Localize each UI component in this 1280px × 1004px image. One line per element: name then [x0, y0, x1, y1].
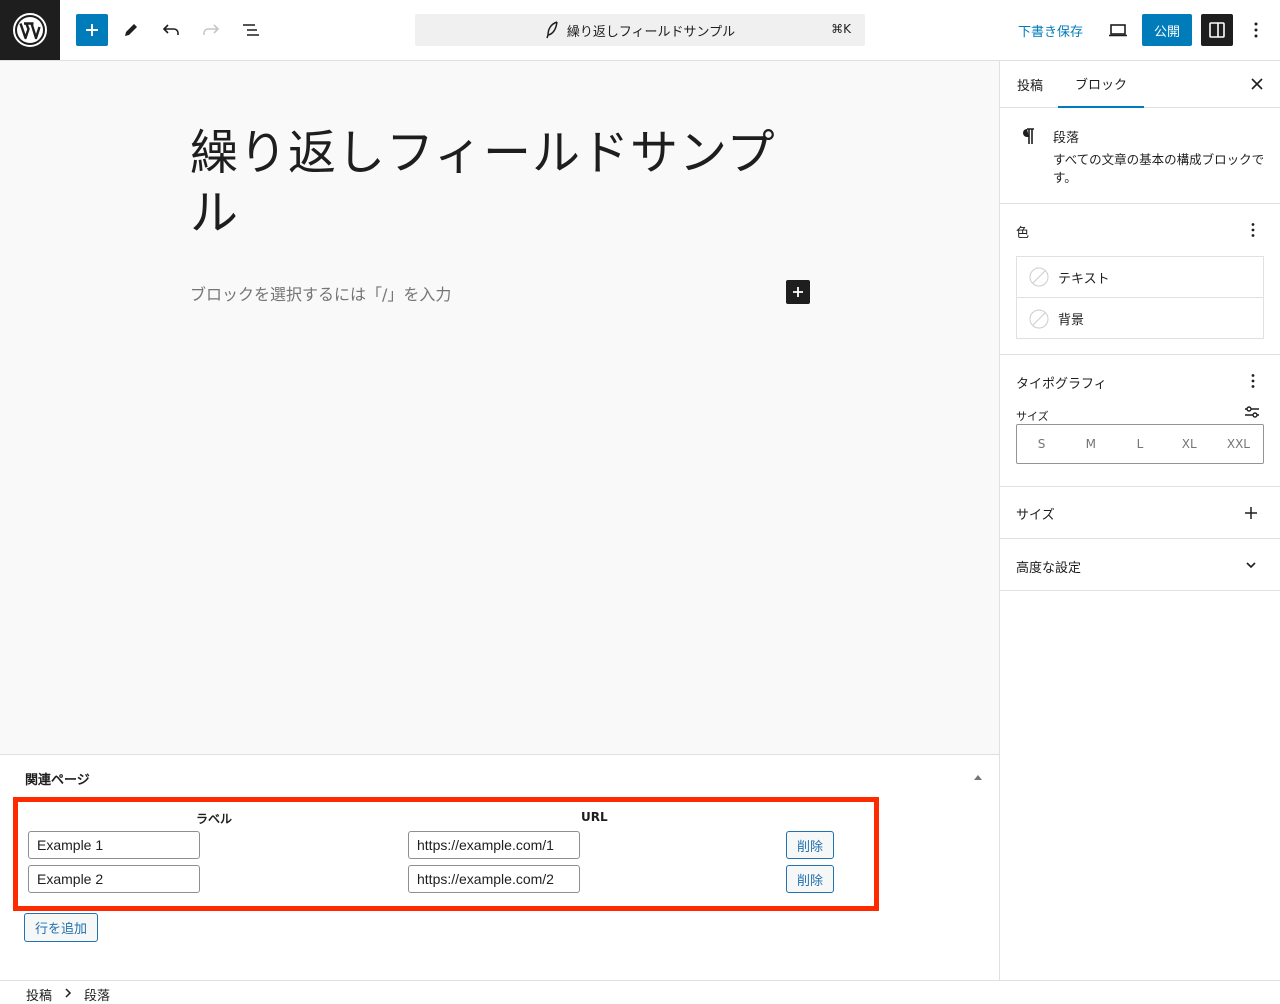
typography-panel-label: タイポグラフィ	[1016, 377, 1107, 392]
breadcrumb-item-post[interactable]: 投稿	[26, 985, 52, 1004]
size-option-s[interactable]: S	[1017, 425, 1066, 463]
kebab-menu-icon	[1254, 22, 1258, 38]
advanced-panel-label: 高度な設定	[1016, 561, 1082, 576]
block-name: 段落	[1053, 131, 1080, 146]
kebab-menu-icon[interactable]	[1247, 222, 1259, 238]
size-option-m[interactable]: M	[1066, 425, 1115, 463]
plus-icon	[86, 24, 98, 36]
settings-toggle-button[interactable]	[1201, 14, 1233, 46]
list-view-icon	[243, 24, 259, 36]
delete-button-row-2[interactable]: 削除	[786, 865, 834, 893]
sidebar-icon	[1209, 22, 1225, 38]
delete-button-row-1[interactable]: 削除	[786, 831, 834, 859]
label-field-row-1[interactable]: Example 1	[28, 831, 200, 859]
tools-button[interactable]	[115, 14, 147, 46]
paragraph-placeholder[interactable]: ブロックを選択するには「/」を入力	[190, 281, 451, 305]
tab-post[interactable]: 投稿	[1017, 61, 1043, 108]
shortcut-hint: ⌘K	[831, 22, 851, 36]
size-option-xl[interactable]: XL	[1165, 425, 1214, 463]
color-options: テキスト 背景	[1016, 256, 1264, 339]
tab-block[interactable]: ブロック	[1058, 61, 1145, 108]
url-field-row-1[interactable]: https://example.com/1	[408, 831, 580, 859]
size-option-l[interactable]: L	[1115, 425, 1164, 463]
color-option-label: テキスト	[1058, 271, 1110, 287]
breadcrumb-item-paragraph[interactable]: 段落	[84, 985, 110, 1004]
dimensions-panel[interactable]: サイズ	[1000, 487, 1280, 539]
chevron-right-icon	[65, 988, 72, 998]
empty-swatch-icon	[1029, 267, 1049, 287]
preview-button[interactable]	[1102, 14, 1134, 46]
desktop-preview-icon	[1109, 24, 1127, 37]
color-option-text[interactable]: テキスト	[1017, 257, 1263, 298]
column-header-url: URL	[581, 810, 608, 824]
chevron-down-icon	[1246, 562, 1256, 569]
save-draft-button[interactable]: 下書き保存	[1010, 14, 1091, 46]
size-option-xxl[interactable]: XXL	[1214, 425, 1263, 463]
font-size-label: サイズ	[1016, 410, 1049, 423]
publish-button[interactable]: 公開	[1142, 14, 1192, 46]
options-button[interactable]	[1240, 14, 1272, 46]
color-panel: 色 テキスト 背景	[1000, 204, 1280, 355]
wordpress-icon	[13, 13, 47, 47]
typography-panel: タイポグラフィ サイズ S M L XL XXL	[1000, 355, 1280, 487]
pencil-icon	[125, 24, 137, 36]
related-pages-metabox: 関連ページ ラベル URL Example 1 https://example.…	[0, 754, 999, 980]
wordpress-logo-button[interactable]	[0, 0, 60, 60]
breadcrumb: 投稿 段落	[0, 980, 1280, 1004]
color-option-label: 背景	[1058, 313, 1085, 328]
plus-icon[interactable]	[1244, 506, 1258, 520]
metabox-title: 関連ページ	[25, 773, 90, 788]
editor-header: 繰り返しフィールドサンプル ⌘K 下書き保存 公開	[0, 0, 1280, 61]
add-row-button[interactable]: 行を追加	[24, 913, 98, 942]
redo-icon	[203, 24, 220, 35]
block-description: すべての文章の基本の構成ブロックです。	[1053, 152, 1265, 185]
undo-icon	[162, 24, 179, 35]
document-title: 繰り返しフィールドサンプル	[566, 24, 736, 40]
font-size-picker: S M L XL XXL	[1016, 424, 1264, 464]
kebab-menu-icon[interactable]	[1247, 373, 1259, 389]
undo-button[interactable]	[155, 14, 187, 46]
redo-button[interactable]	[195, 14, 227, 46]
command-palette-bar[interactable]: 繰り返しフィールドサンプル ⌘K	[415, 14, 865, 46]
settings-sliders-icon[interactable]	[1244, 405, 1260, 419]
url-field-row-2[interactable]: https://example.com/2	[408, 865, 580, 893]
paragraph-icon	[1023, 128, 1034, 144]
block-inserter-button[interactable]	[76, 14, 108, 46]
collapse-triangle-icon[interactable]	[972, 771, 984, 783]
empty-swatch-icon	[1029, 309, 1049, 328]
inline-inserter-button[interactable]	[786, 280, 810, 304]
advanced-panel[interactable]: 高度な設定	[1000, 539, 1280, 591]
label-field-row-2[interactable]: Example 2	[28, 865, 200, 893]
dimensions-panel-label: サイズ	[1016, 508, 1055, 523]
block-card: 段落 すべての文章の基本の構成ブロックです。	[1000, 108, 1280, 204]
plus-icon	[793, 287, 803, 297]
color-panel-label: 色	[1016, 226, 1030, 241]
document-overview-button[interactable]	[235, 14, 267, 46]
post-title[interactable]: 繰り返しフィールドサンプル	[190, 123, 780, 243]
feather-icon	[546, 21, 558, 39]
close-icon[interactable]	[1249, 76, 1265, 92]
editor-canvas: 繰り返しフィールドサンプル ブロックを選択するには「/」を入力	[0, 61, 999, 754]
column-header-label: ラベル	[196, 812, 233, 826]
sidebar-tabs: 投稿 ブロック	[1000, 61, 1280, 108]
color-option-background[interactable]: 背景	[1017, 298, 1263, 339]
settings-sidebar: 投稿 ブロック 段落 すべての文章の基本の構成ブロックです。 色 テキスト 背景…	[999, 61, 1280, 980]
